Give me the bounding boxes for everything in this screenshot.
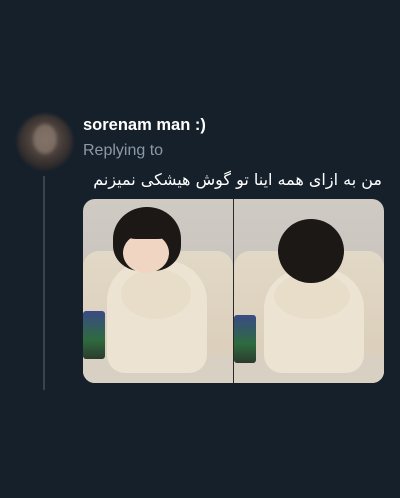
avatar[interactable] xyxy=(17,114,73,170)
author-name[interactable]: sorenam man :) xyxy=(83,116,206,135)
photo-right[interactable] xyxy=(234,199,384,383)
tweet-screen: sorenam man :) Replying to من به ازای هم… xyxy=(0,0,400,498)
replying-to-label: Replying to xyxy=(83,142,164,159)
thread-line xyxy=(43,176,45,390)
media-grid[interactable] xyxy=(83,199,384,383)
tweet-text: من به ازای همه اینا تو گوش هیشکی نمیزنم xyxy=(93,170,382,189)
photo-left[interactable] xyxy=(83,199,233,383)
